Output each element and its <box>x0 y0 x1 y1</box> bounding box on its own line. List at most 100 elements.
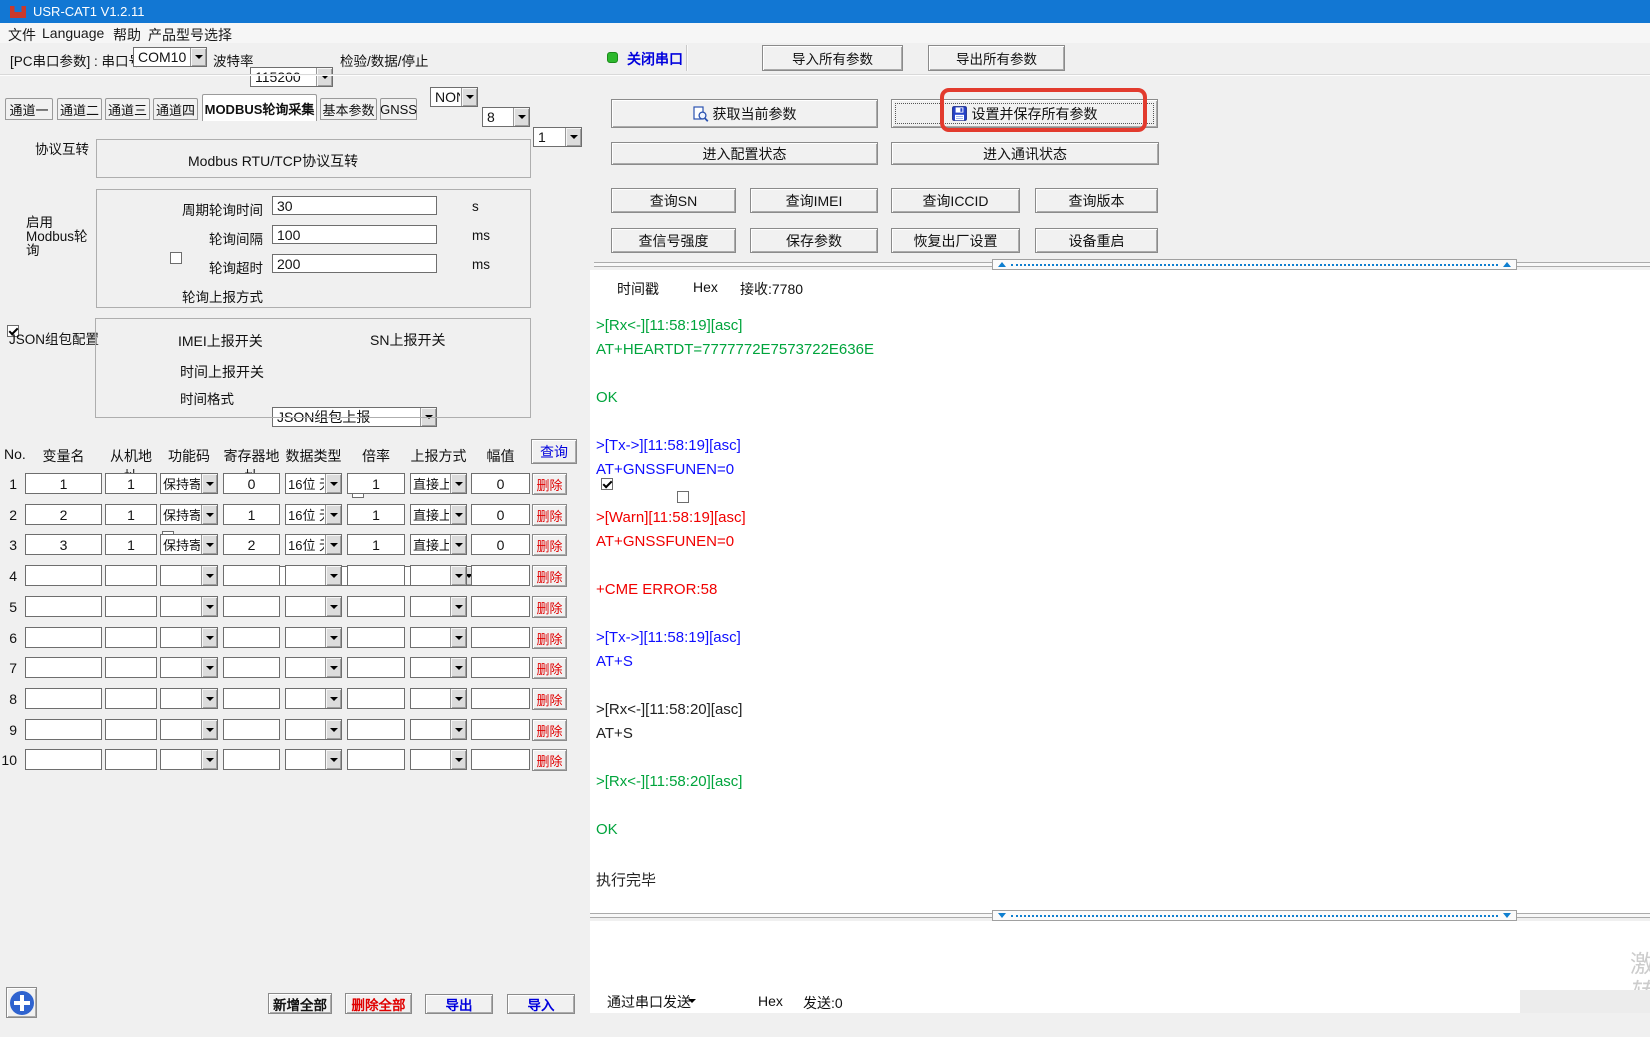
ratio-input[interactable] <box>347 688 405 709</box>
tab-modbus-poll[interactable]: MODBUS轮询采集 <box>202 94 317 121</box>
add-all-button[interactable]: 新增全部 <box>268 993 332 1014</box>
tab-channel-2[interactable]: 通道二 <box>57 98 102 120</box>
func-code-select[interactable] <box>160 749 218 770</box>
func-code-select[interactable]: 保持寄存器 <box>160 473 218 494</box>
delete-row-button[interactable]: 删除 <box>532 504 567 526</box>
ratio-input[interactable] <box>347 719 405 740</box>
reg-addr-input[interactable]: 2 <box>223 534 280 555</box>
amp-input[interactable]: 0 <box>471 473 530 494</box>
var-name-input[interactable] <box>25 596 102 617</box>
import-all-params-button[interactable]: 导入所有参数 <box>762 45 903 71</box>
slave-addr-input[interactable]: 1 <box>105 504 157 525</box>
export-button[interactable]: 导出 <box>425 994 493 1014</box>
report-mode-select[interactable]: 直接上报 <box>410 473 467 494</box>
slave-addr-input[interactable]: 1 <box>105 473 157 494</box>
query-signal-button[interactable]: 查信号强度 <box>611 228 736 253</box>
slave-addr-input[interactable] <box>105 657 157 678</box>
func-code-select[interactable] <box>160 596 218 617</box>
report-mode-select[interactable] <box>410 749 467 770</box>
data-type-select[interactable]: 16位 无符号 <box>285 534 342 555</box>
ratio-input[interactable] <box>347 596 405 617</box>
reg-addr-input[interactable] <box>223 565 280 586</box>
parity-select[interactable]: NONI <box>430 87 478 107</box>
com-port-select[interactable]: COM10 <box>133 47 207 67</box>
send-via-serial-dropdown[interactable]: 通过串口发送 <box>607 992 691 1012</box>
query-sn-button[interactable]: 查询SN <box>611 188 736 213</box>
tab-channel-4[interactable]: 通道四 <box>153 98 198 120</box>
var-name-input[interactable] <box>25 688 102 709</box>
tab-channel-1[interactable]: 通道一 <box>5 98 53 120</box>
ratio-input[interactable]: 1 <box>347 473 405 494</box>
reg-addr-input[interactable]: 0 <box>223 473 280 494</box>
report-mode-select[interactable]: 直接上报 <box>410 504 467 525</box>
data-type-select[interactable]: 16位 无符号 <box>285 504 342 525</box>
delete-row-button[interactable]: 删除 <box>532 596 567 618</box>
menu-language[interactable]: Language <box>42 25 104 41</box>
amp-input[interactable] <box>471 565 530 586</box>
splitter-handle-bottom[interactable] <box>992 910 1517 921</box>
menu-file[interactable]: 文件 <box>8 25 36 45</box>
amp-input[interactable]: 0 <box>471 534 530 555</box>
factory-reset-button[interactable]: 恢复出厂设置 <box>891 228 1020 253</box>
func-code-select[interactable] <box>160 688 218 709</box>
delete-row-button[interactable]: 删除 <box>532 657 567 679</box>
send-input-area[interactable] <box>590 921 1650 1013</box>
data-type-select[interactable]: 16位 无符号 <box>285 473 342 494</box>
query-imei-button[interactable]: 查询IMEI <box>750 188 878 213</box>
chevron-down-icon[interactable] <box>316 68 332 86</box>
report-mode-select[interactable] <box>410 719 467 740</box>
data-type-select[interactable] <box>285 565 342 586</box>
reboot-button[interactable]: 设备重启 <box>1035 228 1158 253</box>
reg-addr-input[interactable] <box>223 627 280 648</box>
amp-input[interactable]: 0 <box>471 504 530 525</box>
delete-row-button[interactable]: 删除 <box>532 627 567 649</box>
menu-product-model[interactable]: 产品型号选择 <box>148 25 232 45</box>
reg-addr-input[interactable] <box>223 688 280 709</box>
slave-addr-input[interactable] <box>105 596 157 617</box>
var-name-input[interactable]: 2 <box>25 504 102 525</box>
data-type-select[interactable] <box>285 719 342 740</box>
var-name-input[interactable]: 3 <box>25 534 102 555</box>
slave-addr-input[interactable] <box>105 688 157 709</box>
amp-input[interactable] <box>471 749 530 770</box>
tab-gnss[interactable]: GNSS <box>380 98 417 120</box>
data-type-select[interactable] <box>285 596 342 617</box>
ratio-input[interactable]: 1 <box>347 504 405 525</box>
close-port-button[interactable]: 关闭串口 <box>627 49 683 69</box>
stopbits-select[interactable]: 1 <box>533 127 582 147</box>
func-code-select[interactable] <box>160 627 218 648</box>
var-name-input[interactable] <box>25 627 102 648</box>
var-name-input[interactable]: 1 <box>25 473 102 494</box>
query-iccid-button[interactable]: 查询ICCID <box>891 188 1020 213</box>
amp-input[interactable] <box>471 657 530 678</box>
slave-addr-input[interactable] <box>105 565 157 586</box>
chevron-down-icon[interactable] <box>461 88 477 106</box>
report-mode-select[interactable] <box>410 657 467 678</box>
slave-addr-input[interactable] <box>105 719 157 740</box>
var-name-input[interactable] <box>25 719 102 740</box>
func-code-select[interactable]: 保持寄存器 <box>160 534 218 555</box>
var-name-input[interactable] <box>25 565 102 586</box>
add-row-button[interactable] <box>6 987 37 1018</box>
data-type-select[interactable] <box>285 688 342 709</box>
cycle-time-input[interactable]: 30 <box>272 196 437 215</box>
data-type-select[interactable] <box>285 627 342 648</box>
report-mode-select[interactable] <box>410 565 467 586</box>
delete-row-button[interactable]: 删除 <box>532 565 567 587</box>
var-name-input[interactable] <box>25 749 102 770</box>
data-type-select[interactable] <box>285 749 342 770</box>
delete-row-button[interactable]: 删除 <box>532 473 567 495</box>
var-name-input[interactable] <box>25 657 102 678</box>
func-code-select[interactable] <box>160 719 218 740</box>
reg-addr-input[interactable] <box>223 596 280 617</box>
reg-addr-input[interactable]: 1 <box>223 504 280 525</box>
slave-addr-input[interactable]: 1 <box>105 534 157 555</box>
export-all-params-button[interactable]: 导出所有参数 <box>928 45 1065 71</box>
chevron-down-icon[interactable] <box>513 108 529 126</box>
ratio-input[interactable] <box>347 749 405 770</box>
tab-basic-params[interactable]: 基本参数 <box>320 98 377 120</box>
splitter-handle-top[interactable] <box>992 259 1517 270</box>
delete-row-button[interactable]: 删除 <box>532 688 567 710</box>
amp-input[interactable] <box>471 688 530 709</box>
func-code-select[interactable] <box>160 657 218 678</box>
